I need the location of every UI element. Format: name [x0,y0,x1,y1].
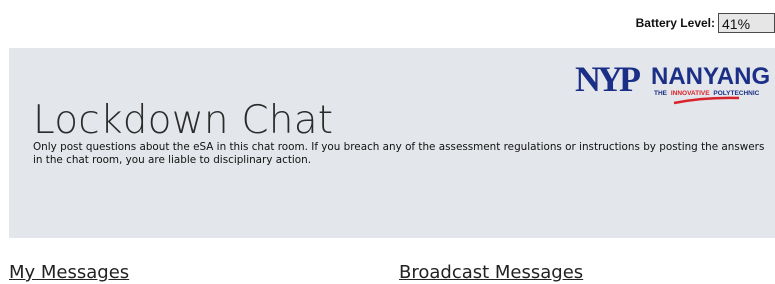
nyp-logo: NYP NANYANG THE INNOVATIVE POLYTECHNIC [575,61,770,105]
logo-tagline-highlight: INNOVATIVE [671,90,710,97]
logo-tagline-suffix: POLYTECHNIC [713,90,759,97]
header-banner: NYP NANYANG THE INNOVATIVE POLYTECHNIC L… [9,48,775,238]
logo-mark: NYP [575,61,640,99]
battery-indicator: Battery Level: 41% [636,13,775,33]
logo-name: NANYANG [651,63,770,90]
broadcast-messages-heading: Broadcast Messages [399,262,584,283]
logo-tagline-prefix: THE [654,90,668,97]
svg-text:THE INNOVATIVE POL: THE INNOVATIVE POLYTECHNIC [654,90,760,97]
battery-label: Battery Level: [635,16,715,30]
battery-level-value: 41% [718,13,775,33]
page-title: Lockdown Chat [33,98,334,143]
chat-rules-notice: Only post questions about the eSA in thi… [33,141,765,166]
my-messages-heading: My Messages [9,262,130,283]
logo-swoosh [673,96,740,105]
